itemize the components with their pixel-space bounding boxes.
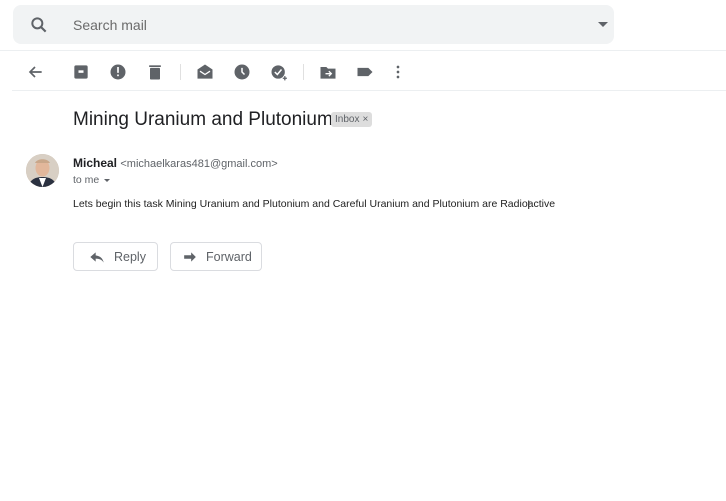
search-options-dropdown-icon[interactable] bbox=[598, 22, 608, 27]
toolbar-separator bbox=[303, 64, 304, 80]
back-arrow-icon[interactable] bbox=[25, 62, 45, 82]
report-spam-icon[interactable] bbox=[108, 62, 128, 82]
forward-label: Forward bbox=[206, 249, 252, 264]
labels-icon[interactable] bbox=[355, 62, 375, 82]
divider bbox=[12, 90, 726, 91]
inbox-label-chip[interactable]: Inbox × bbox=[331, 112, 373, 127]
archive-icon[interactable] bbox=[71, 62, 91, 82]
forward-icon bbox=[184, 251, 196, 262]
email-subject: Mining Uranium and Plutonium bbox=[73, 109, 333, 130]
sender-photo bbox=[26, 154, 59, 187]
reply-icon bbox=[90, 251, 104, 263]
message-toolbar bbox=[0, 58, 726, 86]
avatar[interactable] bbox=[26, 154, 59, 187]
text-cursor-icon: I bbox=[527, 198, 531, 212]
search-bar[interactable]: Search mail bbox=[13, 5, 614, 44]
delete-icon[interactable] bbox=[145, 62, 165, 82]
mark-unread-icon[interactable] bbox=[195, 62, 215, 82]
move-to-icon[interactable] bbox=[318, 62, 338, 82]
label-text: Inbox bbox=[335, 114, 360, 125]
toolbar-separator bbox=[180, 64, 181, 80]
search-icon[interactable] bbox=[29, 15, 49, 35]
divider bbox=[0, 50, 726, 51]
recipient-details[interactable]: to me bbox=[73, 174, 111, 186]
sender-email: <michaelkaras481@gmail.com> bbox=[120, 158, 278, 170]
remove-label-icon[interactable]: × bbox=[362, 114, 368, 125]
snooze-icon[interactable] bbox=[232, 62, 252, 82]
add-to-tasks-icon[interactable] bbox=[269, 62, 289, 82]
sender-line: Micheal <michaelkaras481@gmail.com> bbox=[73, 156, 278, 170]
email-body: Lets begin this task Mining Uranium and … bbox=[73, 198, 556, 210]
recipient-text: to me bbox=[73, 174, 100, 186]
more-icon[interactable] bbox=[388, 62, 408, 82]
forward-button[interactable]: Forward bbox=[170, 242, 262, 271]
search-input[interactable]: Search mail bbox=[73, 17, 147, 33]
show-details-dropdown-icon[interactable] bbox=[104, 178, 111, 182]
sender-name[interactable]: Micheal bbox=[73, 156, 117, 170]
reply-button[interactable]: Reply bbox=[73, 242, 158, 271]
reply-label: Reply bbox=[114, 249, 146, 264]
